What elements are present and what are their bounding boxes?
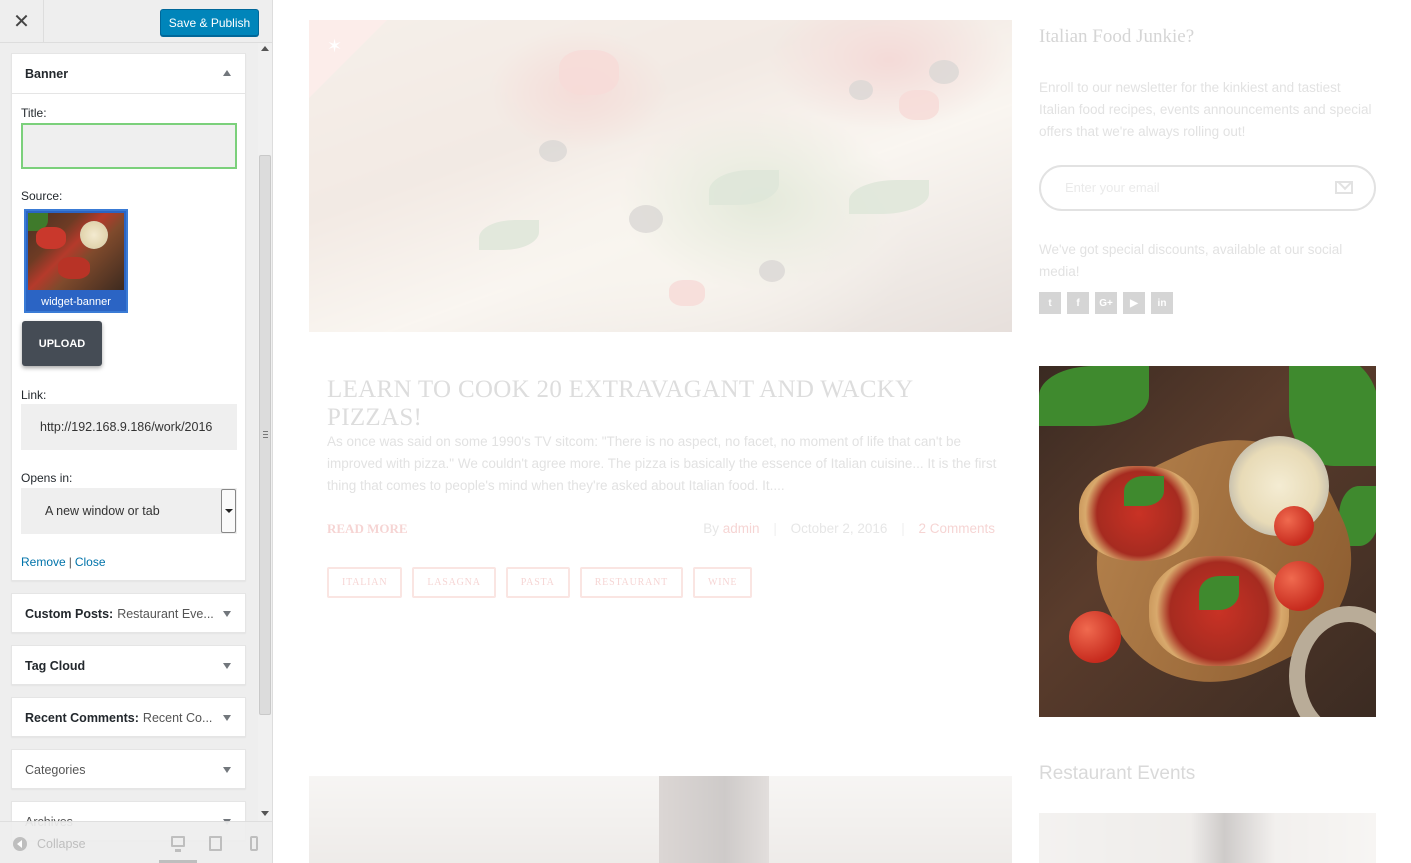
- collapse-label[interactable]: Collapse: [37, 837, 86, 851]
- banner-widget-title: Banner: [25, 66, 69, 81]
- next-post-image[interactable]: [309, 776, 1012, 863]
- post-excerpt: As once was said on some 1990's TV sitco…: [327, 434, 997, 493]
- widget-subtitle: Restaurant Eve...: [117, 607, 214, 621]
- save-publish-button[interactable]: Save & Publish: [160, 9, 259, 36]
- mobile-preview-icon[interactable]: [250, 836, 258, 851]
- widget-title: Custom Posts:: [25, 607, 114, 621]
- star-icon: ✶: [327, 36, 343, 56]
- chevron-down-icon[interactable]: [223, 767, 231, 773]
- scrollbar-thumb[interactable]: [259, 155, 271, 715]
- tag-restaurant[interactable]: RESTAURANT: [579, 567, 684, 598]
- source-image-thumbnail[interactable]: widget-banner: [24, 209, 128, 313]
- post-meta: By admin | October 2, 2016 | 2 Comments: [703, 521, 995, 536]
- title-input[interactable]: [21, 123, 237, 169]
- newsletter-email-field[interactable]: Enter your email: [1039, 165, 1376, 211]
- widget-recent-comments[interactable]: Recent Comments: Recent Co...: [11, 697, 246, 737]
- tag-italian[interactable]: ITALIAN: [327, 567, 403, 598]
- scroll-up-arrow-icon[interactable]: [261, 46, 269, 51]
- customizer-footer: Collapse: [0, 821, 272, 863]
- tag-pasta[interactable]: PASTA: [505, 567, 570, 598]
- newsletter-text: Enroll to our newsletter for the kinkies…: [1039, 80, 1372, 139]
- site-preview: ✶ LEARN TO COOK 20 EXTRAVAGANT AND WACKY…: [273, 0, 1411, 863]
- chevron-down-icon[interactable]: [223, 715, 231, 721]
- close-link[interactable]: Close: [75, 555, 106, 569]
- upload-button[interactable]: UPLOAD: [22, 321, 102, 366]
- opens-in-label: Opens in:: [21, 471, 73, 485]
- chevron-up-icon[interactable]: [223, 70, 231, 76]
- envelope-icon[interactable]: [1335, 181, 1353, 194]
- tag-wine[interactable]: WINE: [693, 567, 753, 598]
- post-featured-image[interactable]: ✶: [309, 20, 1012, 332]
- collapse-icon[interactable]: [13, 837, 27, 851]
- title-label: Title:: [21, 106, 47, 120]
- action-separator: |: [68, 555, 72, 569]
- social-links: t f G+ ▶ in: [1039, 292, 1173, 314]
- chevron-down-icon[interactable]: [223, 663, 231, 669]
- customizer-header: ✕ Save & Publish: [0, 0, 272, 43]
- desktop-preview-icon[interactable]: [171, 836, 185, 852]
- opens-in-select[interactable]: A new window or tab: [21, 488, 237, 534]
- restaurant-events-title: Restaurant Events: [1039, 763, 1196, 784]
- link-label: Link:: [21, 388, 47, 402]
- thumbnail-image: [28, 213, 124, 290]
- linkedin-icon[interactable]: in: [1151, 292, 1173, 314]
- customizer-sidebar: ✕ Save & Publish Banner Title: Source: w…: [0, 0, 273, 863]
- post-tags: ITALIAN LASAGNA PASTA RESTAURANT WINE: [327, 567, 753, 598]
- widget-custom-posts[interactable]: Custom Posts: Restaurant Eve...: [11, 593, 246, 633]
- read-more-link[interactable]: READ MORE: [327, 521, 408, 537]
- newsletter-title: Italian Food Junkie?: [1039, 26, 1195, 47]
- close-icon[interactable]: ✕: [0, 0, 44, 43]
- widget-actions: Remove | Close: [21, 555, 106, 569]
- chevron-down-icon[interactable]: [223, 611, 231, 617]
- sidebar-scrollbar[interactable]: [258, 43, 272, 821]
- thumbnail-caption: widget-banner: [41, 296, 111, 308]
- post-date: October 2, 2016: [790, 521, 888, 536]
- youtube-icon[interactable]: ▶: [1123, 292, 1145, 314]
- link-input[interactable]: http://192.168.9.186/work/2016: [21, 404, 237, 450]
- widget-title: Categories: [25, 763, 86, 777]
- google-plus-icon[interactable]: G+: [1095, 292, 1117, 314]
- tablet-preview-icon[interactable]: [209, 836, 222, 851]
- banner-widget-image[interactable]: [1039, 366, 1376, 717]
- widget-tag-cloud[interactable]: Tag Cloud: [11, 645, 246, 685]
- banner-widget: Banner Title: Source: widget-banner UPLO…: [11, 53, 246, 581]
- widget-title: Tag Cloud: [25, 659, 86, 673]
- select-dropdown-icon[interactable]: [221, 489, 236, 533]
- comments-link[interactable]: 2 Comments: [918, 521, 995, 536]
- post-title[interactable]: LEARN TO COOK 20 EXTRAVAGANT AND WACKY P…: [327, 376, 987, 432]
- email-placeholder: Enter your email: [1065, 180, 1160, 195]
- meta-by: By: [703, 521, 719, 536]
- twitter-icon[interactable]: t: [1039, 292, 1061, 314]
- events-image[interactable]: [1039, 813, 1376, 863]
- tag-lasagna[interactable]: LASAGNA: [412, 567, 496, 598]
- sticky-ribbon: [309, 20, 387, 98]
- source-label: Source:: [21, 189, 63, 203]
- scroll-down-arrow-icon[interactable]: [261, 811, 269, 816]
- remove-link[interactable]: Remove: [21, 555, 66, 569]
- widget-subtitle: Recent Co...: [142, 711, 213, 725]
- scroll-grip-icon: [263, 431, 268, 438]
- facebook-icon[interactable]: f: [1067, 292, 1089, 314]
- widget-categories[interactable]: Categories: [11, 749, 246, 789]
- opens-in-value: A new window or tab: [45, 504, 160, 518]
- author-link[interactable]: admin: [723, 521, 760, 536]
- banner-widget-header[interactable]: Banner: [12, 54, 245, 94]
- social-text: We've got special discounts, available a…: [1039, 242, 1343, 279]
- widget-title: Recent Comments:: [25, 711, 139, 725]
